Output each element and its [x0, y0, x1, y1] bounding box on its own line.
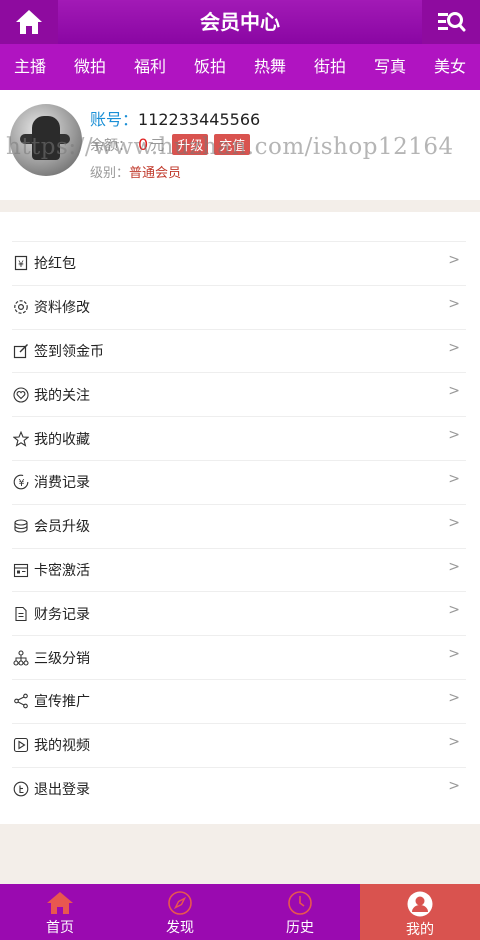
- chevron-right-icon: >: [448, 602, 460, 619]
- account-row: 账号：112233445566: [90, 106, 260, 130]
- share-icon: [12, 692, 30, 710]
- home-icon: [47, 892, 73, 914]
- edit-icon: [12, 342, 30, 360]
- search-menu-button[interactable]: [422, 0, 480, 44]
- menu-item-financial-records[interactable]: 财务记录 >: [12, 591, 466, 635]
- heart-icon: [12, 386, 30, 404]
- menu-item-favorites[interactable]: 我的收藏 >: [12, 416, 466, 460]
- category-tab[interactable]: 写真: [360, 44, 420, 90]
- upgrade-button[interactable]: 升级: [172, 134, 209, 155]
- menu-item-edit-profile[interactable]: 资料修改 >: [12, 284, 466, 329]
- menu-item-distribution[interactable]: 三级分销 >: [12, 635, 466, 679]
- user-icon: [407, 891, 433, 917]
- svg-text:¥: ¥: [18, 260, 24, 270]
- category-tab[interactable]: 街拍: [300, 44, 360, 90]
- level-label: 级别：: [90, 166, 130, 181]
- balance-unit: 元: [150, 137, 165, 154]
- yuan-icon: ¥: [12, 473, 30, 491]
- chevron-right-icon: >: [448, 733, 460, 750]
- menu-item-label: 我的关注: [34, 387, 90, 404]
- logout-icon: [12, 780, 30, 798]
- document-icon: [12, 605, 30, 623]
- tab-mine[interactable]: 我的: [360, 884, 480, 940]
- menu-item-label: 资料修改: [34, 300, 90, 317]
- balance-row: 余额： 0 元 升级 充值: [90, 134, 256, 155]
- menu-item-label: 签到领金币: [34, 343, 104, 360]
- level-row: 级别：普通会员: [90, 162, 181, 181]
- menu-item-upgrade[interactable]: 会员升级 >: [12, 503, 466, 548]
- menu-item-label: 卡密激活: [34, 562, 90, 579]
- avatar-figure: [32, 116, 60, 160]
- menu-item-card-activation[interactable]: 卡密激活 >: [12, 547, 466, 592]
- video-icon: [12, 736, 30, 754]
- category-tab[interactable]: 微拍: [60, 44, 120, 90]
- chevron-right-icon: >: [448, 646, 460, 663]
- card-icon: [12, 561, 30, 579]
- avatar[interactable]: [10, 104, 82, 176]
- menu-item-label: 宣传推广: [34, 694, 90, 711]
- account-value: 112233445566: [138, 110, 261, 129]
- star-icon: [12, 430, 30, 448]
- menu-item-promotion[interactable]: 宣传推广 >: [12, 678, 466, 723]
- category-tab[interactable]: 热舞: [240, 44, 300, 90]
- search-menu-icon: [438, 12, 466, 32]
- tab-home[interactable]: 首页: [0, 884, 120, 940]
- balance-label: 余额：: [90, 137, 132, 154]
- category-tab[interactable]: 福利: [120, 44, 180, 90]
- svg-text:¥: ¥: [18, 478, 24, 489]
- category-nav: 主播 微拍 福利 饭拍 热舞 街拍 写真 美女: [0, 44, 480, 90]
- bottom-nav: 首页 发现 历史 我的: [0, 884, 480, 940]
- chevron-right-icon: >: [448, 339, 460, 356]
- tab-label: 我的: [406, 922, 434, 938]
- chevron-right-icon: >: [448, 295, 460, 312]
- chevron-right-icon: >: [448, 558, 460, 575]
- menu-item-logout[interactable]: 退出登录 >: [12, 766, 466, 811]
- chevron-right-icon: >: [448, 777, 460, 794]
- tab-label: 历史: [286, 920, 314, 936]
- page-title: 会员中心: [200, 10, 280, 34]
- network-icon: [12, 649, 30, 667]
- coins-icon: [12, 517, 30, 535]
- category-tab[interactable]: 美女: [420, 44, 480, 90]
- tab-label: 发现: [166, 920, 194, 936]
- menu-item-label: 三级分销: [34, 650, 90, 667]
- menu-item-my-videos[interactable]: 我的视频 >: [12, 722, 466, 767]
- chevron-right-icon: >: [448, 470, 460, 487]
- member-menu: ¥ 抢红包 > 资料修改 > 签到领金币 > 我的关注 > 我的收藏 > ¥ 消…: [0, 212, 480, 824]
- menu-item-label: 我的收藏: [34, 431, 90, 448]
- menu-item-label: 退出登录: [34, 781, 90, 798]
- clock-icon: [288, 891, 312, 915]
- recharge-button[interactable]: 充值: [214, 134, 251, 155]
- tab-label: 首页: [46, 920, 74, 936]
- chevron-right-icon: >: [448, 252, 460, 268]
- tab-discover[interactable]: 发现: [120, 884, 240, 940]
- chevron-right-icon: >: [448, 427, 460, 444]
- menu-item-red-envelope[interactable]: ¥ 抢红包 >: [12, 241, 466, 285]
- gear-icon: [12, 298, 30, 316]
- level-value: 普通会员: [129, 166, 182, 181]
- menu-item-spending-records[interactable]: ¥ 消费记录 >: [12, 459, 466, 504]
- chevron-right-icon: >: [448, 689, 460, 706]
- category-tab[interactable]: 主播: [0, 44, 60, 90]
- menu-item-label: 抢红包: [34, 256, 76, 273]
- menu-item-label: 消费记录: [34, 475, 90, 492]
- tab-history[interactable]: 历史: [240, 884, 360, 940]
- account-label: 账号：: [90, 110, 139, 129]
- chevron-right-icon: >: [448, 383, 460, 400]
- menu-item-following[interactable]: 我的关注 >: [12, 372, 466, 416]
- category-tab[interactable]: 饭拍: [180, 44, 240, 90]
- menu-item-label: 财务记录: [34, 606, 90, 623]
- menu-item-label: 会员升级: [34, 519, 90, 536]
- balance-value: 0: [138, 135, 149, 154]
- menu-item-checkin[interactable]: 签到领金币 >: [12, 328, 466, 373]
- menu-item-label: 我的视频: [34, 738, 90, 755]
- profile-card: 账号：112233445566 余额： 0 元 升级 充值 级别：普通会员 ht…: [0, 90, 480, 200]
- top-header: 会员中心: [0, 0, 480, 44]
- red-envelope-icon: ¥: [12, 254, 30, 272]
- compass-icon: [168, 891, 192, 915]
- chevron-right-icon: >: [448, 514, 460, 531]
